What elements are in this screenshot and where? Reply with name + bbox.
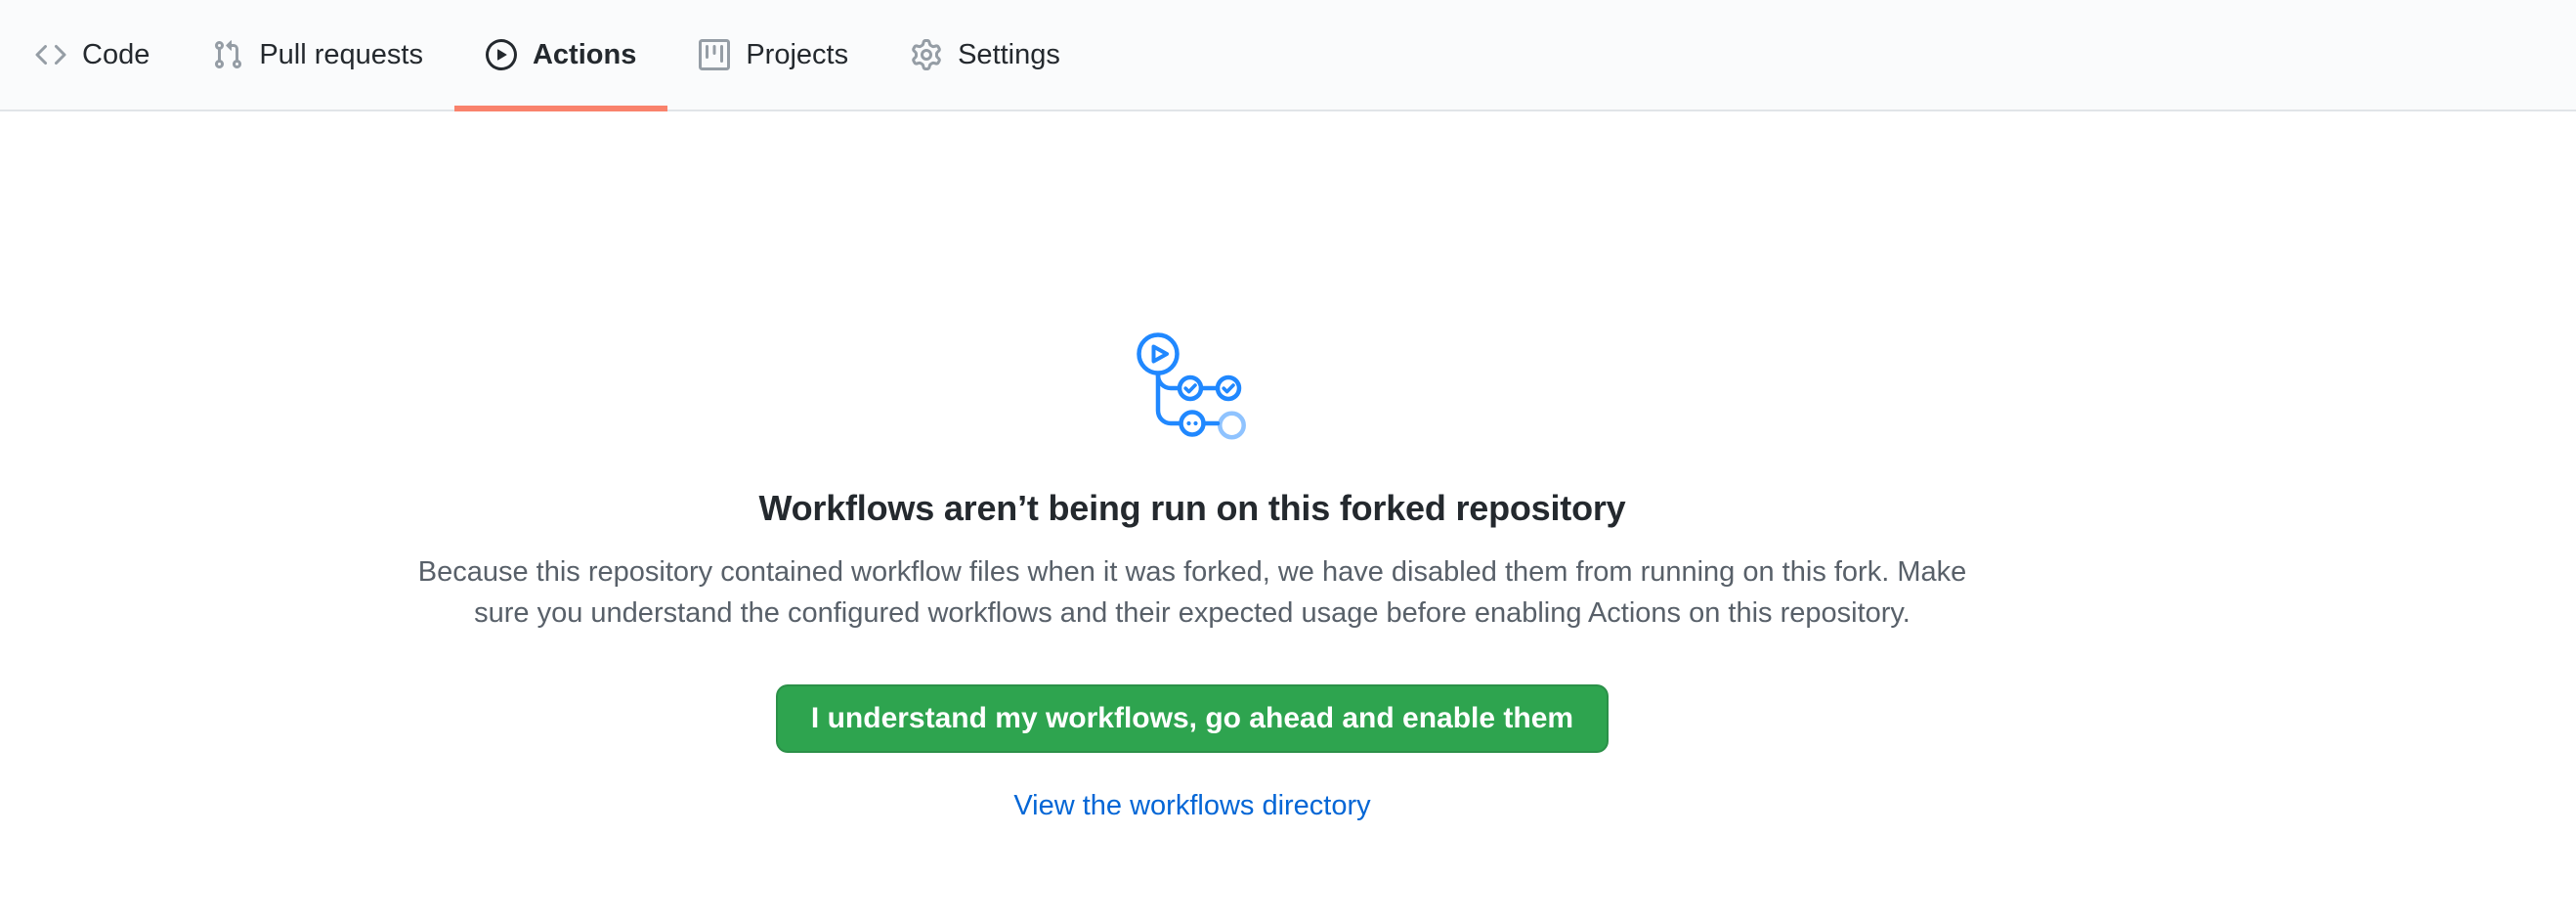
tab-code[interactable]: Code (4, 0, 181, 110)
tab-code-label: Code (82, 39, 150, 71)
description-line-2: sure you understand the configured workf… (418, 593, 1967, 634)
code-icon (35, 39, 66, 70)
actions-disabled-blankslate: Workflows aren’t being run on this forke… (0, 111, 2384, 822)
tab-actions-label: Actions (533, 39, 636, 71)
blankslate-title: Workflows aren’t being run on this forke… (758, 487, 1625, 530)
blankslate-description: Because this repository contained workfl… (418, 551, 1967, 634)
enable-workflows-button[interactable]: I understand my workflows, go ahead and … (776, 684, 1609, 753)
tab-projects[interactable]: Projects (667, 0, 880, 110)
gear-icon (911, 39, 942, 70)
tab-pull-requests-label: Pull requests (259, 39, 423, 71)
tab-pull-requests[interactable]: Pull requests (181, 0, 454, 110)
repo-page: Code Pull requests Actions Projects Sett (0, 0, 2576, 822)
tab-settings[interactable]: Settings (880, 0, 1092, 110)
tab-projects-label: Projects (746, 39, 848, 71)
repo-tab-nav: Code Pull requests Actions Projects Sett (0, 0, 2576, 111)
description-line-1: Because this repository contained workfl… (418, 551, 1967, 593)
workflow-graph-icon (1137, 332, 1248, 442)
tab-actions[interactable]: Actions (454, 0, 667, 110)
tab-settings-label: Settings (958, 39, 1060, 71)
view-workflows-directory-link[interactable]: View the workflows directory (1013, 790, 1370, 822)
git-pull-request-icon (212, 39, 243, 70)
project-icon (699, 39, 730, 70)
play-icon (486, 39, 517, 70)
